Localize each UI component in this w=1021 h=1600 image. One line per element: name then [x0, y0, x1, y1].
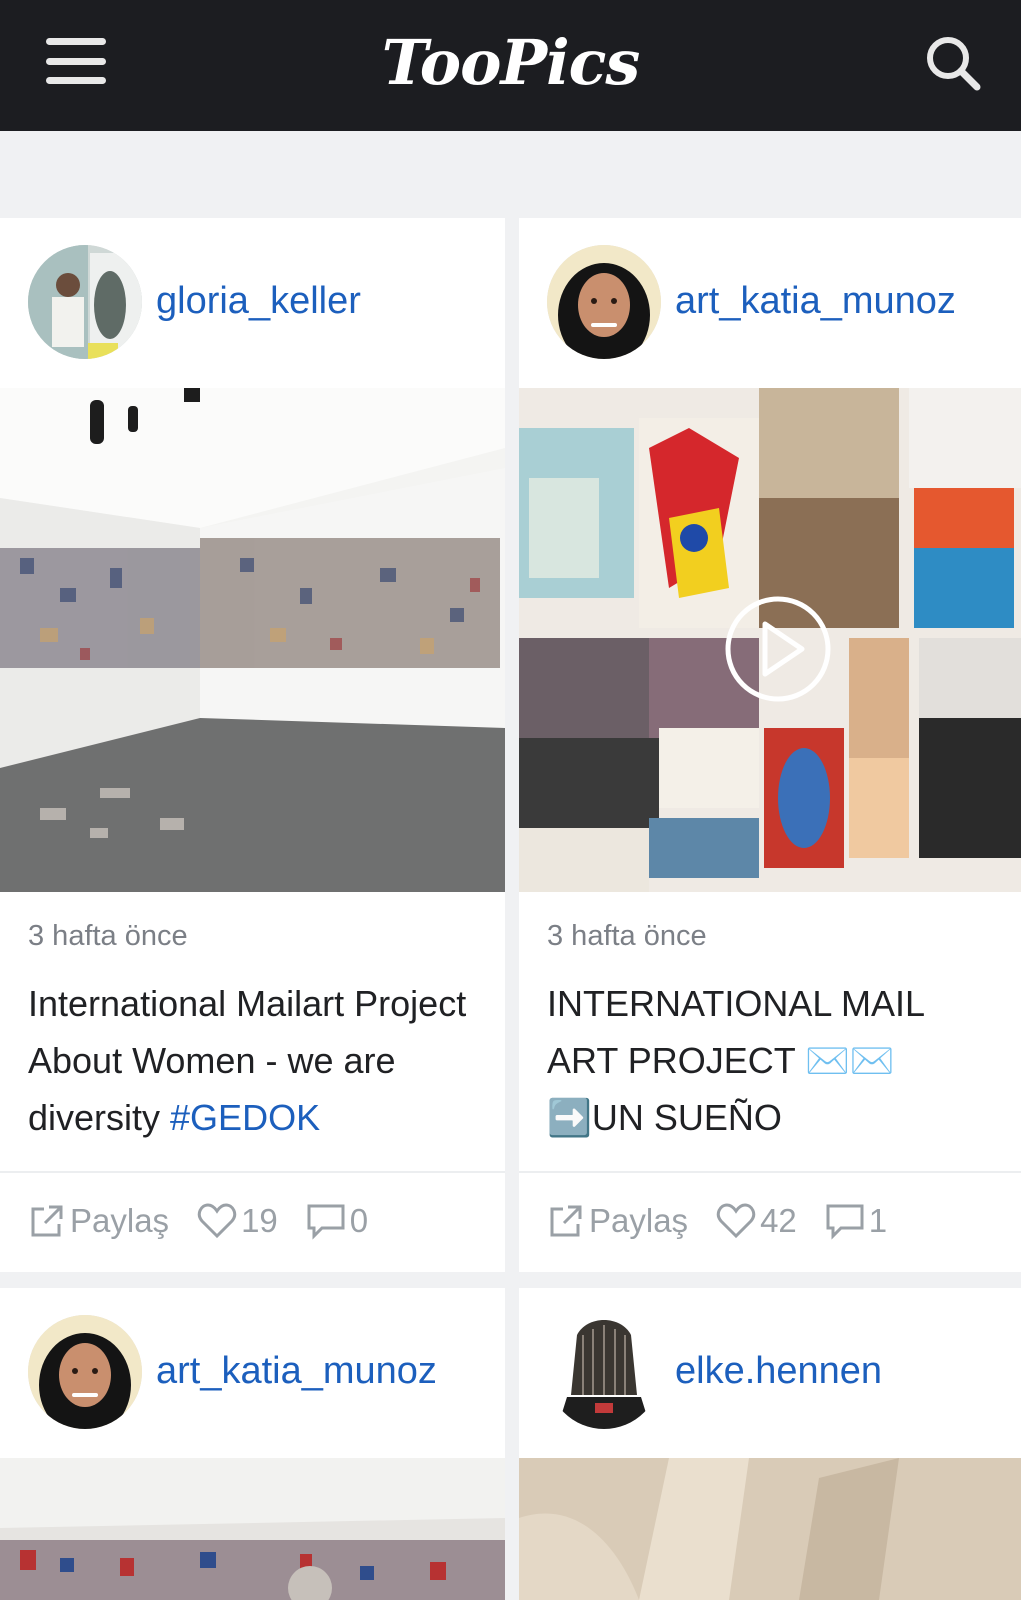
post-time: 3 hafta önce [547, 920, 707, 952]
avatar[interactable] [28, 1315, 142, 1429]
post-card: art_katia_munoz [519, 218, 1021, 1272]
divider [0, 1171, 505, 1173]
hashtag-link[interactable]: #GEDOK [170, 1097, 320, 1138]
post-header[interactable]: art_katia_munoz [519, 218, 1021, 386]
username-link[interactable]: elke.hennen [675, 1350, 882, 1393]
like-count: 42 [760, 1202, 797, 1239]
comment-icon [826, 1204, 864, 1240]
post-caption: International Mailart Project About Wome… [28, 975, 488, 1146]
post-actions: Paylaş 42 1 [547, 1198, 915, 1244]
divider [519, 1171, 1021, 1173]
post-actions: Paylaş 19 0 [28, 1198, 396, 1244]
share-button[interactable]: Paylaş [28, 1202, 169, 1240]
comment-button[interactable]: 1 [825, 1202, 887, 1240]
comment-count: 0 [349, 1202, 369, 1239]
share-icon [31, 1205, 63, 1237]
comment-icon [307, 1204, 345, 1240]
post-header[interactable]: elke.hennen [519, 1288, 1021, 1456]
play-icon[interactable] [724, 595, 832, 703]
username-link[interactable]: art_katia_munoz [675, 280, 956, 323]
like-count: 19 [241, 1202, 278, 1239]
app-logo: TooPics [381, 26, 641, 99]
like-button[interactable]: 19 [197, 1202, 278, 1240]
share-label: Paylaş [589, 1202, 689, 1239]
post-card: gloria_keller 3 hafta önce International… [0, 218, 505, 1272]
username-link[interactable]: art_katia_munoz [156, 1350, 437, 1393]
hamburger-menu-icon[interactable] [46, 38, 106, 84]
avatar[interactable] [547, 1315, 661, 1429]
post-header[interactable]: gloria_keller [0, 218, 505, 386]
top-bar: TooPics [0, 0, 1021, 131]
search-icon[interactable] [924, 34, 982, 92]
post-image[interactable] [519, 1458, 1021, 1600]
avatar[interactable] [547, 245, 661, 359]
post-image[interactable] [0, 1458, 505, 1600]
like-button[interactable]: 42 [716, 1202, 797, 1240]
heart-icon [716, 1203, 756, 1239]
post-image[interactable] [0, 388, 505, 892]
comment-button[interactable]: 0 [306, 1202, 368, 1240]
post-time: 3 hafta önce [28, 920, 188, 952]
share-label: Paylaş [70, 1202, 170, 1239]
post-header[interactable]: art_katia_munoz [0, 1288, 505, 1456]
share-button[interactable]: Paylaş [547, 1202, 688, 1240]
heart-icon [197, 1203, 237, 1239]
avatar[interactable] [28, 245, 142, 359]
post-card: elke.hennen [519, 1288, 1021, 1600]
share-icon [550, 1205, 582, 1237]
username-link[interactable]: gloria_keller [156, 280, 361, 323]
post-caption: INTERNATIONAL MAIL ART PROJECT ✉️✉️ ➡️UN… [547, 983, 924, 1138]
post-video[interactable] [519, 388, 1021, 892]
post-card: art_katia_munoz [0, 1288, 505, 1600]
comment-count: 1 [868, 1202, 888, 1239]
